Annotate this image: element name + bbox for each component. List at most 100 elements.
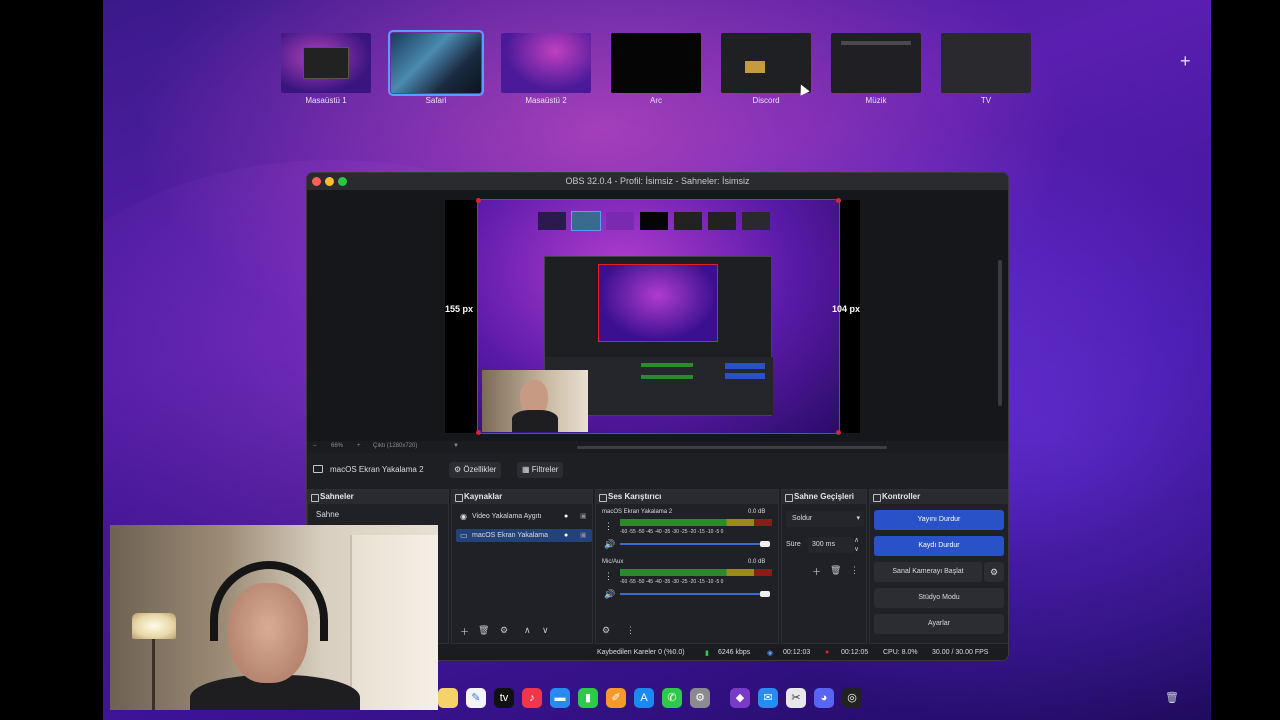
- space-label: Masaüstü 2: [525, 96, 567, 105]
- screen-capture-preview[interactable]: [477, 199, 840, 434]
- space-label: Discord: [752, 96, 780, 105]
- trash-icon[interactable]: 🗑: [830, 565, 841, 576]
- nested-spaces-thumbs: [538, 211, 770, 231]
- window-title: OBS 32.0.4 - Profil: İsimsiz - Sahneler:…: [565, 176, 750, 186]
- space-thumb-discord[interactable]: [721, 33, 811, 93]
- left-offset-label: 155 px: [445, 304, 474, 314]
- right-offset-label: 104 px: [832, 304, 861, 314]
- move-up-icon[interactable]: ∧: [524, 625, 531, 636]
- signal-icon: ▮: [705, 650, 709, 657]
- lamp-stand: [152, 639, 155, 710]
- channel-db: 0.0 dB: [748, 509, 766, 515]
- start-virtual-camera-button[interactable]: Sanal Kamerayı Başlat: [874, 562, 982, 582]
- space-thumb-desktop-2[interactable]: [501, 33, 591, 93]
- pages-app-icon[interactable]: ✐: [606, 688, 626, 708]
- preview-vertical-scrollbar[interactable]: [998, 260, 1002, 406]
- space-thumb-arc[interactable]: [611, 33, 701, 93]
- duration-label: Süre: [786, 541, 801, 548]
- trash-icon[interactable]: 🗑: [478, 625, 489, 636]
- obs-app-icon[interactable]: ◎: [842, 688, 862, 708]
- notes-app-icon[interactable]: [438, 688, 458, 708]
- finder-tool-icon[interactable]: ✂: [786, 688, 806, 708]
- title-bar: OBS 32.0.4 - Profil: İsimsiz - Sahneler:…: [307, 173, 1008, 190]
- controls-dock: Kontroller Yayını Durdur Kaydı Durdur Sa…: [869, 489, 1008, 644]
- add-source-icon[interactable]: ＋: [460, 625, 469, 638]
- properties-button[interactable]: ⚙ Özellikler: [449, 462, 502, 478]
- scene-list-item[interactable]: Sahne: [310, 510, 448, 522]
- preview-dropdown-icon[interactable]: ▼: [453, 443, 459, 449]
- source-item-screen-capture[interactable]: ▭ macOS Ekran Yakalama ● ▣: [456, 529, 592, 542]
- gear-icon[interactable]: ⚙: [500, 625, 508, 636]
- volume-slider-knob[interactable]: [760, 541, 770, 547]
- fps: 30.00 / 30.00 FPS: [932, 649, 989, 656]
- volume-slider[interactable]: [620, 543, 766, 545]
- speaker-icon[interactable]: 🔊: [604, 589, 615, 600]
- zoom-in-icon[interactable]: +: [357, 443, 361, 449]
- settings-button[interactable]: Ayarlar: [874, 614, 1004, 634]
- whatsapp-icon[interactable]: ✆: [662, 688, 682, 708]
- transform-handle[interactable]: [476, 198, 481, 203]
- system-settings-icon[interactable]: ⚙: [690, 688, 710, 708]
- stepper-up-icon[interactable]: ∧: [854, 536, 859, 544]
- music-app-icon[interactable]: ♪: [522, 688, 542, 708]
- speaker-icon[interactable]: 🔊: [604, 539, 615, 550]
- preview-area[interactable]: 155 px 104 px: [307, 190, 1008, 442]
- visibility-eye-icon[interactable]: ●: [564, 510, 568, 523]
- volume-meter: [620, 569, 772, 576]
- transform-handle[interactable]: [476, 430, 481, 435]
- move-down-icon[interactable]: ∨: [542, 625, 549, 636]
- channel-db: 0.0 dB: [748, 559, 766, 565]
- numbers-app-icon[interactable]: ▮: [578, 688, 598, 708]
- mixer-menu-icon[interactable]: ⋮: [626, 625, 635, 636]
- stop-recording-button[interactable]: Kaydı Durdur: [874, 536, 1004, 556]
- zoom-out-icon[interactable]: –: [313, 443, 316, 449]
- visual-studio-icon[interactable]: ◆: [730, 688, 750, 708]
- transition-select[interactable]: Soldur ▾: [786, 511, 864, 527]
- add-transition-icon[interactable]: ＋: [812, 565, 821, 578]
- trash-bin-icon[interactable]: 🗑: [1162, 688, 1182, 708]
- studio-mode-button[interactable]: Stüdyo Modu: [874, 588, 1004, 608]
- audio-mixer-dock: Ses Karıştırıcı macOS Ekran Yakalama 2 0…: [595, 489, 779, 644]
- add-space-icon[interactable]: +: [1180, 52, 1191, 70]
- channel-menu-icon[interactable]: ⋮: [604, 571, 613, 582]
- filters-button[interactable]: ▦ Filtreler: [517, 462, 564, 478]
- virtual-camera-settings-button[interactable]: ⚙: [984, 562, 1004, 582]
- advanced-audio-icon[interactable]: ⚙: [602, 625, 610, 636]
- transform-handle[interactable]: [836, 430, 841, 435]
- space-thumb-music[interactable]: [831, 33, 921, 93]
- space-label: Safari: [425, 96, 447, 105]
- volume-slider[interactable]: [620, 593, 766, 595]
- space-thumb-tv[interactable]: [941, 33, 1031, 93]
- source-context-bar: macOS Ekran Yakalama 2 ⚙ Özellikler ▦ Fi…: [307, 460, 1008, 480]
- monitor-icon: [313, 465, 323, 473]
- space-label: Müzik: [865, 96, 887, 105]
- lock-icon[interactable]: ▣: [580, 510, 587, 523]
- app-store-icon[interactable]: A: [634, 688, 654, 708]
- audio-mixer-title: Ses Karıştırıcı: [596, 490, 778, 504]
- stepper-down-icon[interactable]: ∨: [854, 545, 859, 553]
- source-item-video-capture[interactable]: ◉ Video Yakalama Aygıtı ● ▣: [456, 510, 592, 523]
- volume-slider-knob[interactable]: [760, 591, 770, 597]
- lock-icon[interactable]: ▣: [580, 529, 587, 542]
- preview-horizontal-scrollbar[interactable]: [577, 446, 887, 449]
- channel-menu-icon[interactable]: ⋮: [604, 521, 613, 532]
- discord-icon[interactable]: ◕: [814, 688, 834, 708]
- record-icon: ●: [825, 649, 830, 656]
- mail-app-icon[interactable]: ✉: [758, 688, 778, 708]
- freeform-app-icon[interactable]: ✎: [466, 688, 486, 708]
- keynote-app-icon[interactable]: ▬: [550, 688, 570, 708]
- lamp-shade: [132, 613, 176, 639]
- cpu-usage: CPU: 8.0%: [883, 649, 918, 656]
- apple-tv-app-icon[interactable]: tv: [494, 688, 514, 708]
- meter-scale: -60 -55 -50 -45 -40 -35 -30 -25 -20 -15 …: [620, 579, 724, 585]
- bitrate: 6246 kbps: [718, 649, 751, 656]
- space-thumb-safari[interactable]: [388, 30, 484, 96]
- space-thumb-desktop-1[interactable]: [281, 33, 371, 93]
- transform-handle[interactable]: [836, 198, 841, 203]
- stop-streaming-button[interactable]: Yayını Durdur: [874, 510, 1004, 530]
- duration-input[interactable]: 300 ms: [808, 537, 854, 553]
- visibility-eye-icon[interactable]: ●: [564, 529, 568, 542]
- transition-menu-icon[interactable]: ⋮: [850, 565, 859, 576]
- wardrobe: [350, 535, 438, 710]
- scene-transitions-dock: Sahne Geçişleri Soldur ▾ Süre 300 ms ∧ ∨…: [781, 489, 867, 644]
